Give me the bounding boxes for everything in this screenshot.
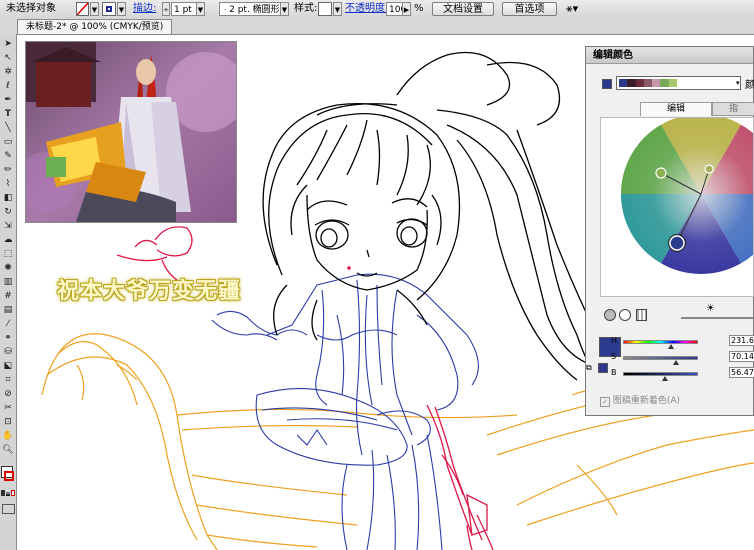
document-tab-bar: 未标题-2* @ 100% (CMYK/预览) <box>0 18 754 35</box>
edit-color-panel: 编辑颜色 ▾ 颜 编辑 指 ☀ ⧉ H 231.6 S 70.14 B 56.4… <box>585 46 754 416</box>
brightness-thumb[interactable] <box>662 376 668 381</box>
recolor-checkbox[interactable]: ✓ <box>600 397 610 407</box>
opacity-dropdown[interactable]: ▶ <box>402 2 411 16</box>
color-wheel[interactable] <box>601 118 754 297</box>
type-tool-icon[interactable]: T <box>2 108 14 121</box>
rotate-tool-icon[interactable]: ↻ <box>2 206 14 219</box>
screen-mode-icon[interactable] <box>2 504 15 514</box>
stroke-label[interactable]: 描边: <box>133 2 156 16</box>
brightness-value-field[interactable]: 56.47 <box>729 367 754 378</box>
blue-body-sketch <box>211 273 479 550</box>
live-paint-tool-icon[interactable]: ⛁ <box>2 346 14 359</box>
cheek-dot <box>347 266 351 270</box>
warp-tool-icon[interactable]: ☁ <box>2 234 14 247</box>
direct-selection-tool-icon[interactable]: ↖ <box>2 52 14 65</box>
brightness-label: B <box>611 368 617 377</box>
paintbrush-tool-icon[interactable]: ✎ <box>2 150 14 163</box>
recolor-option[interactable]: ✓ 图稿重新着色(A) <box>600 393 680 407</box>
document-setup-button[interactable]: 文档设置 <box>432 2 494 16</box>
colors-label: 颜 <box>745 80 754 91</box>
brightness-slider[interactable] <box>681 317 754 319</box>
tab-assign[interactable]: 指 <box>712 102 754 116</box>
hue-slider[interactable] <box>623 340 698 344</box>
arrange-icon[interactable]: ⚹▾ <box>566 2 586 16</box>
zoom-tool-icon[interactable]: 🔍︎ <box>2 444 14 457</box>
current-color-swatch[interactable] <box>599 337 621 357</box>
selection-status: 未选择对象 <box>6 3 56 14</box>
scissors-tool-icon[interactable]: ✂ <box>2 402 14 415</box>
gradient-tool-icon[interactable]: ▤ <box>2 304 14 317</box>
smooth-wheel-icon[interactable] <box>604 309 616 321</box>
pencil-tool-icon[interactable]: ✏ <box>2 164 14 177</box>
no-fill-icon <box>76 2 89 16</box>
fill-dropdown[interactable]: ▼ <box>90 2 99 16</box>
fill-swatch[interactable] <box>76 2 89 16</box>
blend-tool-icon[interactable]: ⚭ <box>2 332 14 345</box>
stroke-dropdown[interactable]: ▼ <box>117 2 126 16</box>
hue-label: H <box>611 336 618 345</box>
live-paint-selection-tool-icon[interactable]: ⬕ <box>2 360 14 373</box>
color-group-swatches <box>619 79 677 87</box>
brush-value: 2 pt. 椭圆形 <box>229 5 280 15</box>
style-dropdown[interactable]: ▼ <box>333 2 342 16</box>
color-wheel-area[interactable] <box>600 117 754 297</box>
segmented-wheel-icon[interactable] <box>619 309 631 321</box>
scale-tool-icon[interactable]: ⇲ <box>2 220 14 233</box>
eraser-tool-icon[interactable]: ◧ <box>2 192 14 205</box>
line-tool-icon[interactable]: ╲ <box>2 122 14 135</box>
percent-label: % <box>414 3 424 14</box>
none-mode-icon[interactable] <box>11 490 15 496</box>
color-mode-icon[interactable] <box>1 490 5 496</box>
pen-tool-icon[interactable]: ✒ <box>2 94 14 107</box>
opacity-label[interactable]: 不透明度: <box>345 2 388 16</box>
brush-field[interactable]: · 2 pt. 椭圆形 <box>219 2 289 16</box>
panel-tabs: 编辑 指 <box>640 102 754 116</box>
free-transform-tool-icon[interactable]: ⬚ <box>2 248 14 261</box>
brightness-icon: ☀ <box>706 303 715 314</box>
saturation-label: S <box>611 352 617 361</box>
rectangle-tool-icon[interactable]: ▭ <box>2 136 14 149</box>
saturation-thumb[interactable] <box>672 360 679 365</box>
style-swatch[interactable] <box>318 2 332 16</box>
magic-wand-tool-icon[interactable]: ✲ <box>2 66 14 79</box>
hand-tool-icon[interactable]: ✋ <box>2 430 14 443</box>
style-label: 样式: <box>294 3 318 14</box>
stroke-stepper[interactable]: ÷ <box>162 2 170 16</box>
hue-thumb[interactable] <box>668 344 674 349</box>
saturation-slider[interactable] <box>623 356 698 360</box>
control-bar: 未选择对象 ▼ ▼ 描边: ÷ 1 pt ▼ · 2 pt. 椭圆形 ▼ 样式:… <box>0 0 754 19</box>
symbol-sprayer-tool-icon[interactable]: ✺ <box>2 262 14 275</box>
stroke-swatch[interactable] <box>102 2 116 16</box>
color-bars-icon[interactable] <box>636 309 647 321</box>
saturation-value-field[interactable]: 70.14 <box>729 351 754 362</box>
recolor-checkbox-label: 图稿重新着色(A) <box>612 396 681 406</box>
panel-title[interactable]: 编辑颜色 <box>586 47 753 64</box>
brush-dropdown[interactable]: ▼ <box>280 2 289 16</box>
slice-tool-icon[interactable]: ⊘ <box>2 388 14 401</box>
stroke-color-box[interactable] <box>4 471 14 481</box>
stroke-color-icon <box>106 6 112 12</box>
selection-tool-icon[interactable]: ➤ <box>2 38 14 51</box>
black-head-sketch <box>262 51 598 381</box>
preferences-button[interactable]: 首选项 <box>502 2 557 16</box>
crop-tool-icon[interactable]: ⌗ <box>2 374 14 387</box>
color-group-dropdown[interactable]: ▾ <box>736 78 742 88</box>
active-color-chip[interactable] <box>602 79 612 89</box>
column-graph-tool-icon[interactable]: ▥ <box>2 276 14 289</box>
blob-brush-tool-icon[interactable]: ⌇ <box>2 178 14 191</box>
gradient-mode-icon[interactable] <box>6 490 10 496</box>
color-group-field[interactable] <box>616 76 741 90</box>
lasso-tool-icon[interactable]: ℓ <box>2 80 14 93</box>
brightness-value-slider[interactable] <box>623 372 698 376</box>
artboard-tool-icon[interactable]: ⊡ <box>2 416 14 429</box>
document-tab[interactable]: 未标题-2* @ 100% (CMYK/预览) <box>17 19 173 34</box>
mesh-tool-icon[interactable]: # <box>2 290 14 303</box>
eyedropper-tool-icon[interactable]: ⁄ <box>2 318 14 331</box>
gamut-icon[interactable]: ⧉ <box>586 363 592 373</box>
hue-value-field[interactable]: 231.68 <box>729 335 754 346</box>
tab-edit[interactable]: 编辑 <box>640 102 712 116</box>
web-safe-swatch[interactable] <box>598 363 608 373</box>
stroke-weight-dropdown[interactable]: ▼ <box>196 2 205 16</box>
toolbox: ➤ ↖ ✲ ℓ ✒ T ╲ ▭ ✎ ✏ ⌇ ◧ ↻ ⇲ ☁ ⬚ ✺ ▥ # ▤ … <box>0 34 17 550</box>
